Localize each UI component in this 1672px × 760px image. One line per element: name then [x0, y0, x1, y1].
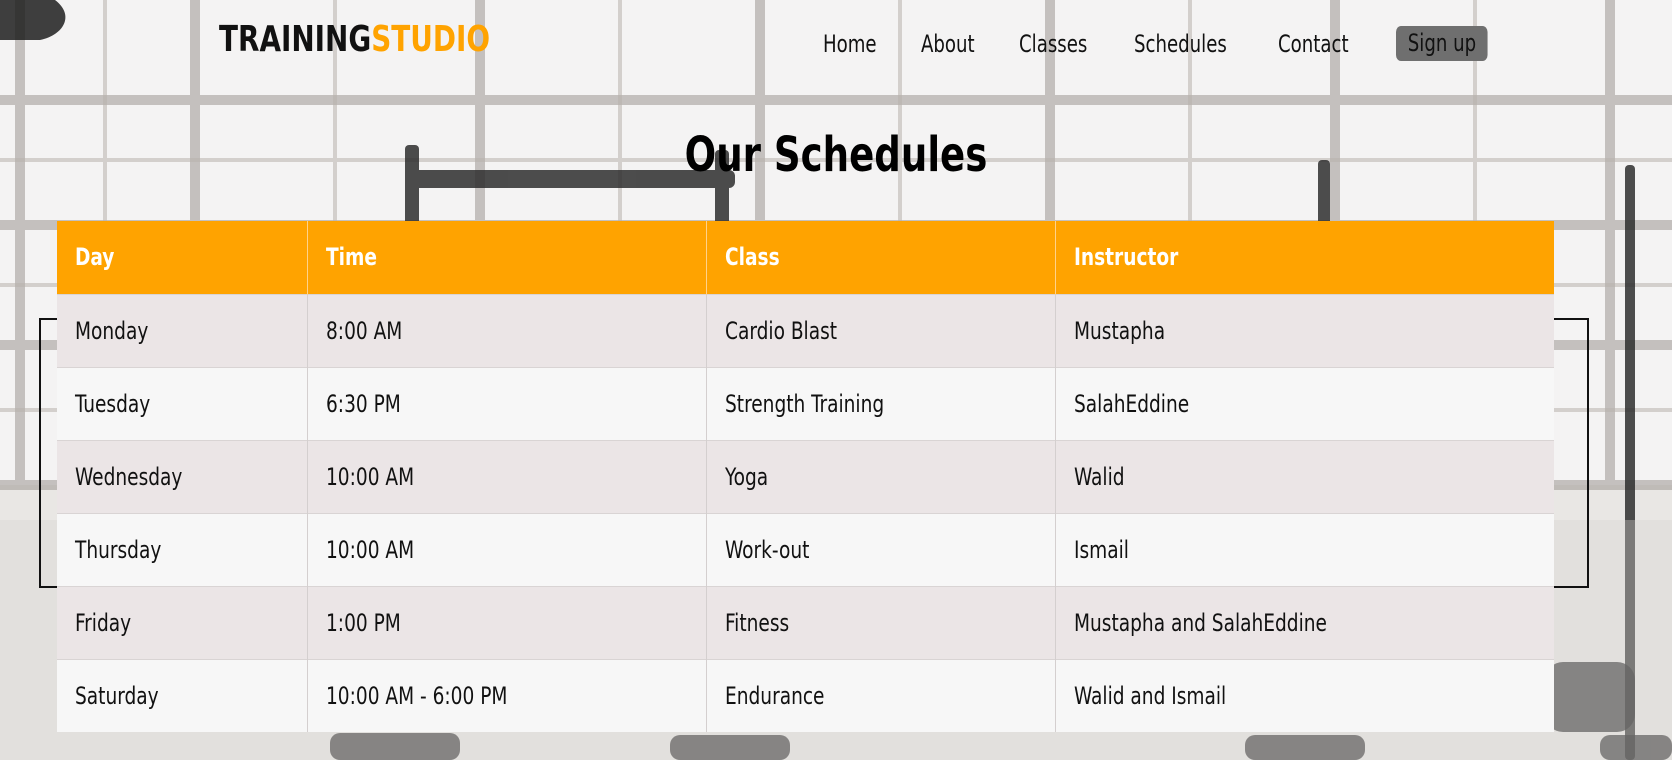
table-cell-instructor: Mustapha	[1055, 293, 1554, 367]
cell-text: 10:00 AM	[325, 462, 414, 491]
cell-text: 1:00 PM	[325, 608, 401, 637]
table-row: Tuesday 6:30 PM Strength Training SalahE…	[57, 366, 1554, 440]
nav-contact-link[interactable]: Contact	[1278, 29, 1349, 59]
header-instructor: Instructor	[1055, 221, 1554, 294]
page-title: Our Schedules	[684, 127, 988, 183]
table-cell-instructor: Walid	[1055, 439, 1554, 513]
schedule-table-wrap: Day Time Class Instructor Monday 8:00 AM…	[57, 221, 1554, 732]
nav-about-link[interactable]: About	[921, 29, 975, 59]
table-cell-instructor: SalahEddine	[1055, 366, 1554, 440]
nav-schedules-link[interactable]: Schedules	[1134, 29, 1227, 59]
table-cell-day: Wednesday	[57, 439, 308, 513]
header-day-label: Day	[75, 243, 115, 272]
table-cell-time: 10:00 AM	[307, 439, 707, 513]
table-cell-day: Thursday	[57, 512, 308, 586]
cell-text: Friday	[75, 608, 132, 637]
table-cell-day: Friday	[57, 585, 308, 659]
cell-text: Walid	[1073, 462, 1125, 491]
header-time-label: Time	[325, 243, 377, 272]
cell-text: Saturday	[75, 681, 159, 710]
table-row: Friday 1:00 PM Fitness Mustapha and Sala…	[57, 585, 1554, 659]
table-row: Monday 8:00 AM Cardio Blast Mustapha	[57, 293, 1554, 367]
table-head: Day Time Class Instructor	[57, 221, 1554, 294]
table-cell-class: Endurance	[706, 658, 1056, 732]
cell-text: Endurance	[724, 681, 824, 710]
nav-home-link[interactable]: Home	[823, 29, 877, 59]
site-header: TRAININGSTUDIO Home About Classes Schedu…	[0, 0, 1672, 90]
table-cell-class: Fitness	[706, 585, 1056, 659]
table-body: Monday 8:00 AM Cardio Blast Mustapha Tue…	[57, 293, 1554, 732]
table-cell-class: Cardio Blast	[706, 293, 1056, 367]
table-cell-day: Saturday	[57, 658, 308, 732]
table-cell-time: 10:00 AM	[307, 512, 707, 586]
table-cell-class: Work-out	[706, 512, 1056, 586]
table-cell-time: 8:00 AM	[307, 293, 707, 367]
table-header-row: Day Time Class Instructor	[57, 221, 1554, 294]
site-logo[interactable]: TRAININGSTUDIO	[219, 18, 490, 62]
cell-text: 10:00 AM - 6:00 PM	[325, 681, 507, 710]
header-class-label: Class	[724, 243, 780, 272]
table-cell-class: Yoga	[706, 439, 1056, 513]
main-nav: Home About Classes Schedules Contact Sig…	[823, 26, 1506, 61]
cell-text: Strength Training	[724, 389, 884, 418]
header-instructor-label: Instructor	[1073, 243, 1178, 272]
table-cell-time: 1:00 PM	[307, 585, 707, 659]
logo-part-training: TRAINING	[219, 19, 372, 60]
cell-text: Ismail	[1073, 535, 1129, 564]
cell-text: SalahEddine	[1073, 389, 1189, 418]
logo-part-studio: STUDIO	[371, 19, 491, 60]
nav-signup-button[interactable]: Sign up	[1396, 26, 1489, 61]
cell-text: Tuesday	[75, 389, 151, 418]
cell-text: Fitness	[724, 608, 789, 637]
cell-text: 8:00 AM	[325, 316, 402, 345]
cell-text: Work-out	[724, 535, 809, 564]
table-cell-class: Strength Training	[706, 366, 1056, 440]
cell-text: Mustapha and SalahEddine	[1073, 608, 1327, 637]
table-row: Thursday 10:00 AM Work-out Ismail	[57, 512, 1554, 586]
cell-text: Mustapha	[1073, 316, 1165, 345]
cell-text: Thursday	[75, 535, 162, 564]
page-title-wrap: Our Schedules	[0, 125, 1672, 185]
cell-text: Wednesday	[75, 462, 183, 491]
header-time: Time	[307, 221, 707, 294]
table-row: Saturday 10:00 AM - 6:00 PM Endurance Wa…	[57, 658, 1554, 732]
schedule-page: TRAININGSTUDIO Home About Classes Schedu…	[0, 0, 1672, 760]
cell-text: Monday	[75, 316, 149, 345]
cell-text: Cardio Blast	[724, 316, 837, 345]
table-cell-instructor: Ismail	[1055, 512, 1554, 586]
table-cell-time: 6:30 PM	[307, 366, 707, 440]
table-cell-day: Tuesday	[57, 366, 308, 440]
nav-classes-link[interactable]: Classes	[1019, 29, 1087, 59]
table-cell-day: Monday	[57, 293, 308, 367]
table-cell-instructor: Mustapha and SalahEddine	[1055, 585, 1554, 659]
cell-text: Walid and Ismail	[1073, 681, 1226, 710]
cell-text: 10:00 AM	[325, 535, 414, 564]
table-cell-time: 10:00 AM - 6:00 PM	[307, 658, 707, 732]
table-row: Wednesday 10:00 AM Yoga Walid	[57, 439, 1554, 513]
table-cell-instructor: Walid and Ismail	[1055, 658, 1554, 732]
header-class: Class	[706, 221, 1056, 294]
cell-text: 6:30 PM	[325, 389, 401, 418]
cell-text: Yoga	[724, 462, 768, 491]
schedule-table: Day Time Class Instructor Monday 8:00 AM…	[57, 221, 1554, 732]
header-day: Day	[57, 221, 308, 294]
